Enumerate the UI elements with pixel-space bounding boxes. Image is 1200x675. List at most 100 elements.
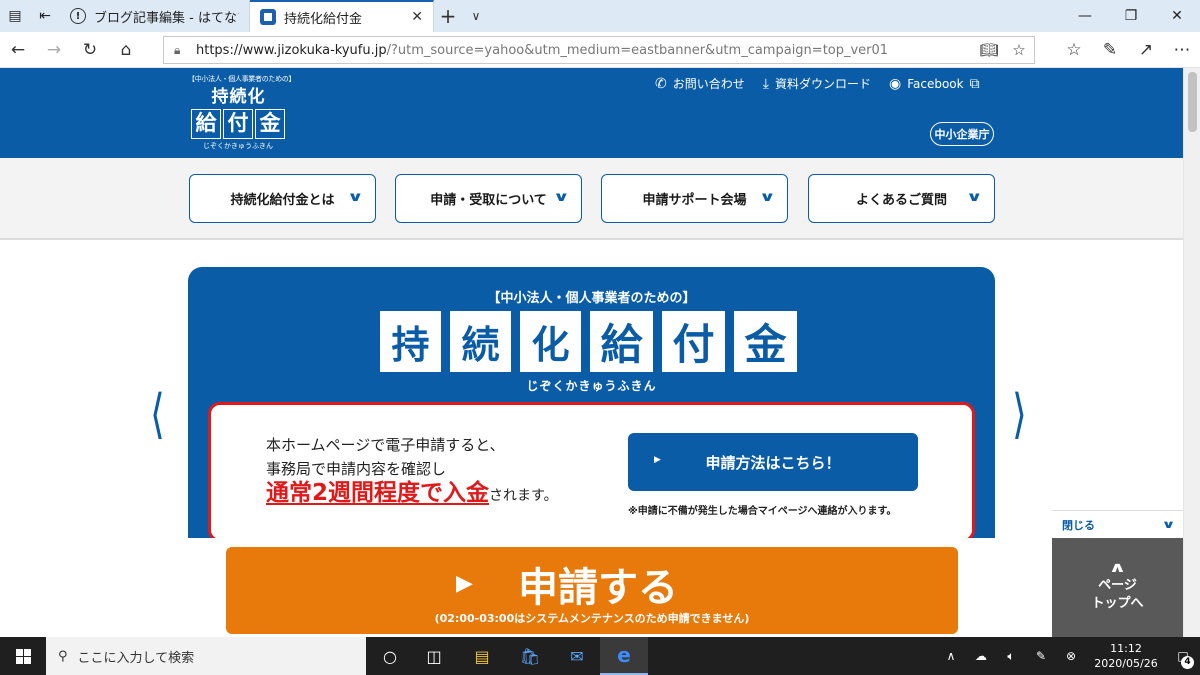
contact-label: お問い合わせ <box>672 77 745 91</box>
home-icon[interactable]: ⌂ <box>108 32 144 68</box>
download-link[interactable]: ⤓ 資料ダウンロード <box>763 75 871 92</box>
tab-list-chevron-icon[interactable]: ∨ <box>462 0 490 32</box>
external-link-icon: ⧉ <box>969 75 980 92</box>
start-button[interactable] <box>0 637 46 675</box>
apply-button[interactable]: ▶ 申請する (02:00-03:00はシステムメンテナンスのため申請できません… <box>226 547 958 634</box>
page-top-label: ページ <box>1098 578 1137 593</box>
apply-method-label: 申請方法はこちら！ <box>705 453 841 472</box>
scrollbar-thumb[interactable] <box>1188 72 1197 132</box>
logo-char: 続 <box>229 87 247 107</box>
cortana-icon[interactable]: ○ <box>366 637 414 675</box>
forward-icon[interactable]: → <box>36 32 72 68</box>
tab-close-icon[interactable]: ✕ <box>411 9 423 25</box>
global-nav: 持続化給付金とは ∨ 申請・受取について ∨ 申請サポート会場 ∨ よくあるご質… <box>0 158 1183 240</box>
taskbar-search[interactable]: ⚲ ここに入力して検索 <box>46 637 366 675</box>
hero-title-char: 付 <box>662 311 725 372</box>
onedrive-cloud-icon[interactable]: ☁ <box>966 649 996 663</box>
lock-icon: 🔒︎ <box>174 42 181 57</box>
hero-message-emphasis: 通常2週間程度で入金 <box>266 480 490 506</box>
taskbar-clock[interactable]: 11:12 2020/05/26 <box>1086 641 1166 671</box>
nav-support-venue[interactable]: 申請サポート会場 ∨ <box>601 174 788 223</box>
share-icon[interactable]: ↗ <box>1128 32 1164 68</box>
network-disconnected-icon[interactable]: ⊗ <box>1056 649 1086 663</box>
task-view-icon[interactable]: ◫ <box>410 637 458 675</box>
edge-icon[interactable]: e <box>600 637 648 675</box>
logo-subtitle: 【中小法人・個人事業者のための】 <box>188 75 296 83</box>
carousel-next-icon[interactable]: ⟩ <box>1012 383 1027 445</box>
close-bar-label: 閉じる <box>1062 518 1095 532</box>
tab-preview-icon[interactable]: ▤ <box>0 0 30 32</box>
contact-link[interactable]: ✆ お問い合わせ <box>655 75 745 92</box>
download-icon: ⤓ <box>762 75 769 92</box>
nav-label: 申請サポート会場 <box>642 193 747 208</box>
hero-message-line: 通常2週間程度で入金されます。 <box>266 481 558 508</box>
nav-about[interactable]: 持続化給付金とは ∨ <box>189 174 376 223</box>
hero-title-char: 給 <box>590 311 653 372</box>
hero-title-char: 続 <box>450 311 511 372</box>
url-host: https://www.jizokuka-kyufu.jp <box>196 42 387 58</box>
nav-label: 持続化給付金とは <box>230 193 335 208</box>
minimize-icon[interactable]: — <box>1062 0 1108 32</box>
page-scrollbar[interactable] <box>1183 68 1200 637</box>
hero-message: 本ホームページで電子申請すると、 事務局で申請内容を確認し 通常2週間程度で入金… <box>266 433 558 508</box>
favorites-list-icon[interactable]: ☆ <box>1056 32 1092 68</box>
logo-char: 付 <box>223 109 253 139</box>
new-tab-icon[interactable]: + <box>434 0 462 32</box>
notification-count-badge: 4 <box>1181 656 1194 669</box>
show-hidden-icons-icon[interactable]: ∧ <box>936 649 966 663</box>
set-tabs-aside-icon[interactable]: ⇤ <box>30 0 60 32</box>
apply-method-button[interactable]: ▶ 申請方法はこちら！ <box>628 433 918 491</box>
hatena-favicon-icon: ! <box>70 8 86 24</box>
hero-ruby: じぞくかきゅうふきん <box>526 379 657 393</box>
hero-message-line: 事務局で申請内容を確認し <box>266 460 447 478</box>
download-label: 資料ダウンロード <box>774 77 871 91</box>
agency-logo[interactable]: 中小企業庁 <box>930 122 994 146</box>
hero-title-char: 金 <box>734 311 797 372</box>
site-logo[interactable]: 【中小法人・個人事業者のための】 持 続 化 給 付 金 じぞくかきゅうふきん <box>188 74 296 154</box>
address-bar[interactable]: 🔒︎ https://www.jizokuka-kyufu.jp /?utm_s… <box>163 36 1035 64</box>
tab-hatena-blog[interactable]: ! ブログ記事編集 - はてなブログ <box>60 0 250 32</box>
nav-application[interactable]: 申請・受取について ∨ <box>395 174 582 223</box>
carousel-prev-icon[interactable]: ⟨ <box>150 383 165 445</box>
windows-logo-icon <box>15 648 31 664</box>
phone-icon: ✆ <box>655 75 667 92</box>
nav-faq[interactable]: よくあるご質問 ∨ <box>808 174 995 223</box>
url-query: /?utm_source=yahoo&utm_medium=eastbanner… <box>386 42 889 58</box>
favorite-star-icon[interactable]: ☆ <box>1004 41 1034 59</box>
facebook-label: Facebook <box>907 76 964 91</box>
tab-jizokuka[interactable]: 持続化給付金 ✕ <box>250 0 434 32</box>
mail-icon[interactable]: ✉ <box>553 637 601 675</box>
taskbar-search-placeholder: ここに入力して検索 <box>77 650 195 666</box>
chevron-down-icon: ∨ <box>759 190 777 205</box>
volume-icon[interactable]: 🔈︎ <box>996 649 1026 664</box>
close-bar-button[interactable]: 閉じる ∨ <box>1052 510 1183 538</box>
logo-char: 給 <box>191 109 221 139</box>
pen-icon[interactable]: ✎ <box>1092 32 1128 68</box>
windows-taskbar: ⚲ ここに入力して検索 ○ ◫ ▤ 🛍︎ ✉ e ∧ ☁ 🔈︎ ✎ ⊗ 11:1… <box>0 637 1200 675</box>
apply-note: (02:00-03:00はシステムメンテナンスのため申請できません) <box>434 612 750 625</box>
fixed-apply-bar: ▶ 申請する (02:00-03:00はシステムメンテナンスのため申請できません… <box>0 538 1052 638</box>
jizokuka-favicon-icon <box>260 9 276 25</box>
back-icon[interactable]: ← <box>0 32 36 68</box>
more-icon[interactable]: ⋯ <box>1164 32 1200 68</box>
hero-note: ※申請に不備が発生した場合マイページへ連絡が入ります。 <box>628 506 897 517</box>
browser-nav-bar: ← → ↻ ⌂ 🔒︎ https://www.jizokuka-kyufu.jp… <box>0 32 1200 68</box>
logo-line-1: 持 続 化 <box>188 87 288 107</box>
facebook-link[interactable]: ◉ Facebook ⧉ <box>889 76 980 92</box>
nav-label: よくあるご質問 <box>855 193 947 208</box>
action-center-icon[interactable]: □ 4 <box>1166 649 1200 669</box>
clock-time: 11:12 <box>1110 642 1142 655</box>
page-top-button[interactable]: ∧ ページ トップへ <box>1052 538 1183 638</box>
window-close-icon[interactable]: ✕ <box>1154 0 1200 32</box>
chevron-down-icon: ∨ <box>553 190 571 205</box>
hero-info-card: 本ホームページで電子申請すると、 事務局で申請内容を確認し 通常2週間程度で入金… <box>208 402 975 542</box>
site-header: 【中小法人・個人事業者のための】 持 続 化 給 付 金 じぞくかきゅうふきん … <box>0 68 1183 158</box>
store-icon[interactable]: 🛍︎ <box>506 637 554 675</box>
pen-workspace-icon[interactable]: ✎ <box>1026 649 1056 663</box>
file-explorer-icon[interactable]: ▤ <box>458 637 506 675</box>
reading-view-icon[interactable]: 📖︎ <box>974 41 1004 59</box>
chevron-down-icon: ∨ <box>966 190 984 205</box>
refresh-icon[interactable]: ↻ <box>72 32 108 68</box>
restore-icon[interactable]: ❐ <box>1108 0 1154 32</box>
hero-subtitle: 【中小法人・個人事業者のための】 <box>487 291 696 306</box>
